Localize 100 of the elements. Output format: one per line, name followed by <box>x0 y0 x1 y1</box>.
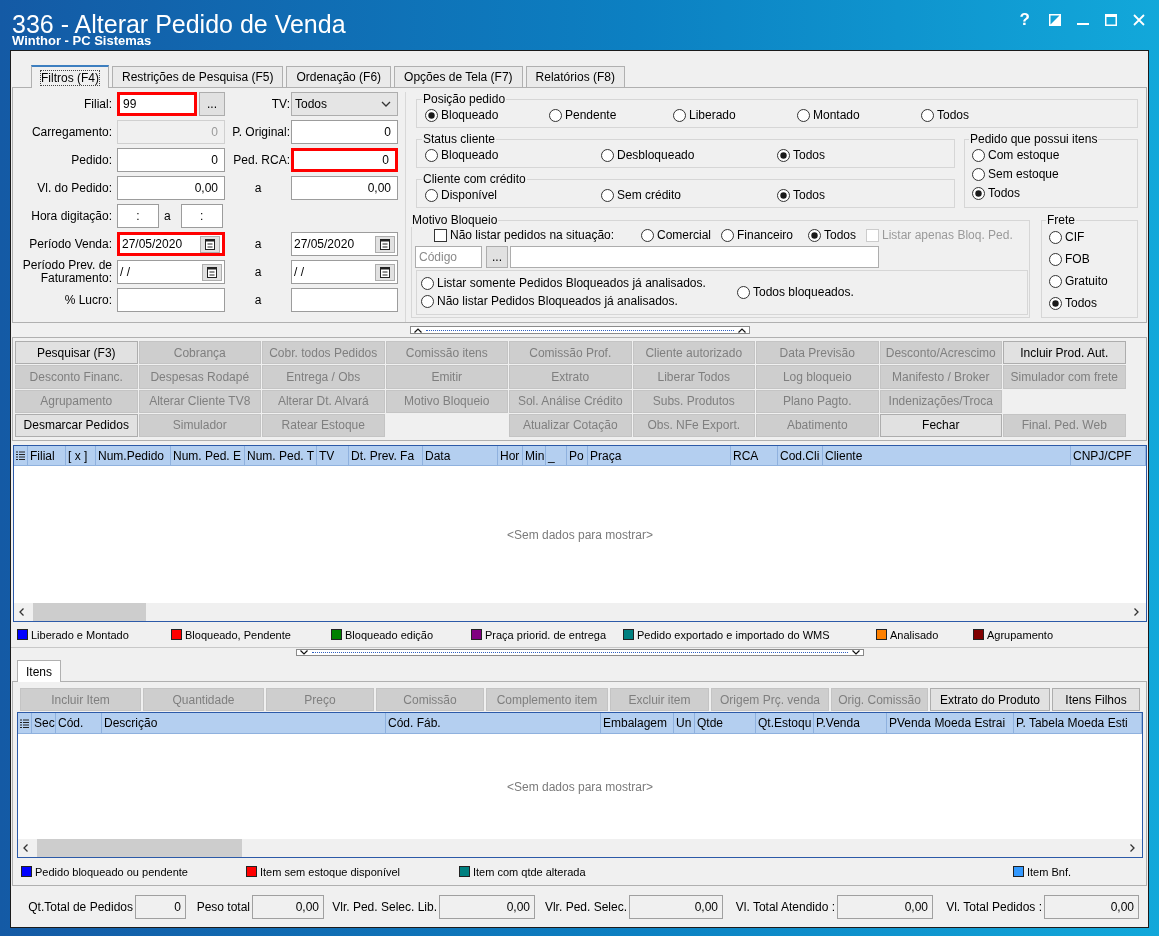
action-button[interactable]: Incluir Prod. Aut. <box>1003 341 1126 365</box>
tab[interactable]: Filtros (F4) <box>31 65 109 88</box>
column-header[interactable]: Dt. Prev. Fa <box>349 446 423 465</box>
radio-button[interactable]: Todos <box>921 108 970 123</box>
column-header[interactable]: P.Venda <box>814 713 887 733</box>
radio-button[interactable]: Sem crédito <box>601 188 682 203</box>
column-header[interactable]: Filial <box>28 446 66 465</box>
radio-button[interactable]: CIF <box>1049 230 1085 245</box>
radio-button[interactable]: Sem estoque <box>972 167 1059 182</box>
radio-button[interactable]: Bloqueado <box>425 108 499 123</box>
tab[interactable]: Ordenação (F6) <box>286 66 392 87</box>
input-field[interactable]: 0,00 <box>291 176 398 200</box>
column-header[interactable]: Min <box>523 446 546 465</box>
calendar-icon[interactable] <box>200 235 220 253</box>
list-icon[interactable] <box>20 718 29 728</box>
action-button[interactable]: Pesquisar (F3) <box>15 341 138 365</box>
tab[interactable]: Restrições de Pesquisa (F5) <box>112 66 284 87</box>
action-button[interactable]: Extrato do Produto <box>930 688 1050 711</box>
calendar-icon[interactable] <box>202 263 222 281</box>
code-field[interactable]: Código <box>415 246 482 268</box>
input-field[interactable]: 0 <box>291 148 398 172</box>
radio-button[interactable]: Todos <box>777 188 826 203</box>
column-header[interactable]: Num.Pedido <box>96 446 171 465</box>
column-header[interactable]: P. Tabela Moeda Esti <box>1014 713 1142 733</box>
half-filled-square-icon[interactable] <box>1049 13 1061 26</box>
column-header[interactable]: RCA <box>731 446 778 465</box>
scrollbar-thumb[interactable] <box>37 839 242 857</box>
column-header[interactable]: Cliente <box>823 446 1071 465</box>
radio-button[interactable]: Disponível <box>425 188 498 203</box>
radio-button[interactable]: Todos <box>808 228 857 243</box>
input-field[interactable]: 0 <box>117 148 225 172</box>
tab[interactable]: Relatórios (F8) <box>525 66 625 87</box>
column-header[interactable]: Num. Ped. E <box>171 446 245 465</box>
date-field[interactable]: 27/05/2020 <box>117 232 225 256</box>
close-icon[interactable] <box>1133 13 1145 26</box>
dropdown[interactable]: Todos <box>291 92 398 116</box>
input-field[interactable]: 0 <box>291 120 398 144</box>
column-header[interactable]: Qt.Estoqu <box>756 713 814 733</box>
maximize-icon[interactable] <box>1105 13 1117 26</box>
radio-button[interactable]: Todos <box>777 148 826 163</box>
input-field[interactable] <box>117 288 225 312</box>
column-header[interactable]: Descrição <box>102 713 386 733</box>
column-header[interactable]: CNPJ/CPF <box>1071 446 1146 465</box>
radio-button[interactable]: Desbloqueado <box>601 148 695 163</box>
column-header[interactable]: Un <box>674 713 695 733</box>
column-header[interactable]: _ <box>546 446 567 465</box>
scroll-left-icon[interactable] <box>23 844 28 852</box>
date-field[interactable]: 27/05/2020 <box>291 232 398 256</box>
input-field[interactable] <box>510 246 879 268</box>
tab[interactable]: Opções de Tela (F7) <box>394 66 523 87</box>
radio-button[interactable]: Todos <box>1049 296 1098 311</box>
checkbox[interactable]: Não listar pedidos na situação: <box>434 228 615 243</box>
radio-button[interactable]: FOB <box>1049 252 1090 267</box>
time-field[interactable]: : <box>117 204 159 228</box>
action-button[interactable]: Desmarcar Pedidos <box>15 413 138 437</box>
radio-button[interactable]: Todos <box>972 186 1021 201</box>
splitter-handle[interactable] <box>409 326 750 334</box>
calendar-icon[interactable] <box>375 235 395 253</box>
scrollbar[interactable] <box>18 839 1142 857</box>
radio-button[interactable]: Todos bloqueados. <box>737 285 854 300</box>
column-header[interactable]: TV <box>317 446 349 465</box>
radio-button[interactable]: Listar somente Pedidos Bloqueados já analisados. <box>421 276 706 291</box>
minimize-icon[interactable] <box>1077 22 1089 25</box>
input-field[interactable]: 0,00 <box>117 176 225 200</box>
radio-button[interactable]: Liberado <box>673 108 736 123</box>
column-header[interactable]: Num. Ped. T <box>245 446 317 465</box>
scroll-left-icon[interactable] <box>19 608 24 616</box>
date-field[interactable]: / / <box>291 260 398 284</box>
list-icon[interactable] <box>16 451 25 460</box>
column-header[interactable]: Hor <box>498 446 523 465</box>
calendar-icon[interactable] <box>375 263 395 281</box>
column-header[interactable]: Qtde <box>695 713 756 733</box>
column-header[interactable]: Cod.Cli <box>778 446 823 465</box>
column-header[interactable]: [ x ] <box>66 446 96 465</box>
radio-button[interactable]: Com estoque <box>972 148 1060 163</box>
splitter-handle[interactable] <box>295 648 864 656</box>
scrollbar[interactable] <box>14 603 1146 621</box>
action-button[interactable]: Itens Filhos <box>1052 688 1140 711</box>
radio-button[interactable]: Comercial <box>641 228 711 243</box>
column-header[interactable]: Cód. <box>56 713 102 733</box>
input-field[interactable]: 99 <box>117 92 197 116</box>
column-header[interactable]: PVenda Moeda Estrai <box>887 713 1014 733</box>
column-header[interactable]: Po <box>567 446 588 465</box>
radio-button[interactable]: Financeiro <box>721 228 794 243</box>
column-header[interactable]: Embalagem <box>601 713 674 733</box>
column-header[interactable]: Cód. Fáb. <box>386 713 601 733</box>
lookup-button[interactable]: ... <box>486 246 508 268</box>
column-header[interactable]: Sec <box>32 713 56 733</box>
time-field[interactable]: : <box>180 204 223 228</box>
radio-button[interactable]: Não listar Pedidos Bloqueados já analisados. <box>421 294 678 309</box>
action-button[interactable]: Fechar <box>879 413 1002 437</box>
lookup-button[interactable]: ... <box>199 92 225 116</box>
radio-button[interactable]: Montado <box>797 108 860 123</box>
column-header[interactable]: Praça <box>588 446 731 465</box>
scroll-right-icon[interactable] <box>1134 608 1139 616</box>
input-field[interactable] <box>291 288 398 312</box>
radio-button[interactable]: Gratuito <box>1049 274 1108 289</box>
radio-button[interactable]: Bloqueado <box>425 148 499 163</box>
date-field[interactable]: / / <box>117 260 225 284</box>
tab[interactable]: Itens <box>17 660 61 682</box>
